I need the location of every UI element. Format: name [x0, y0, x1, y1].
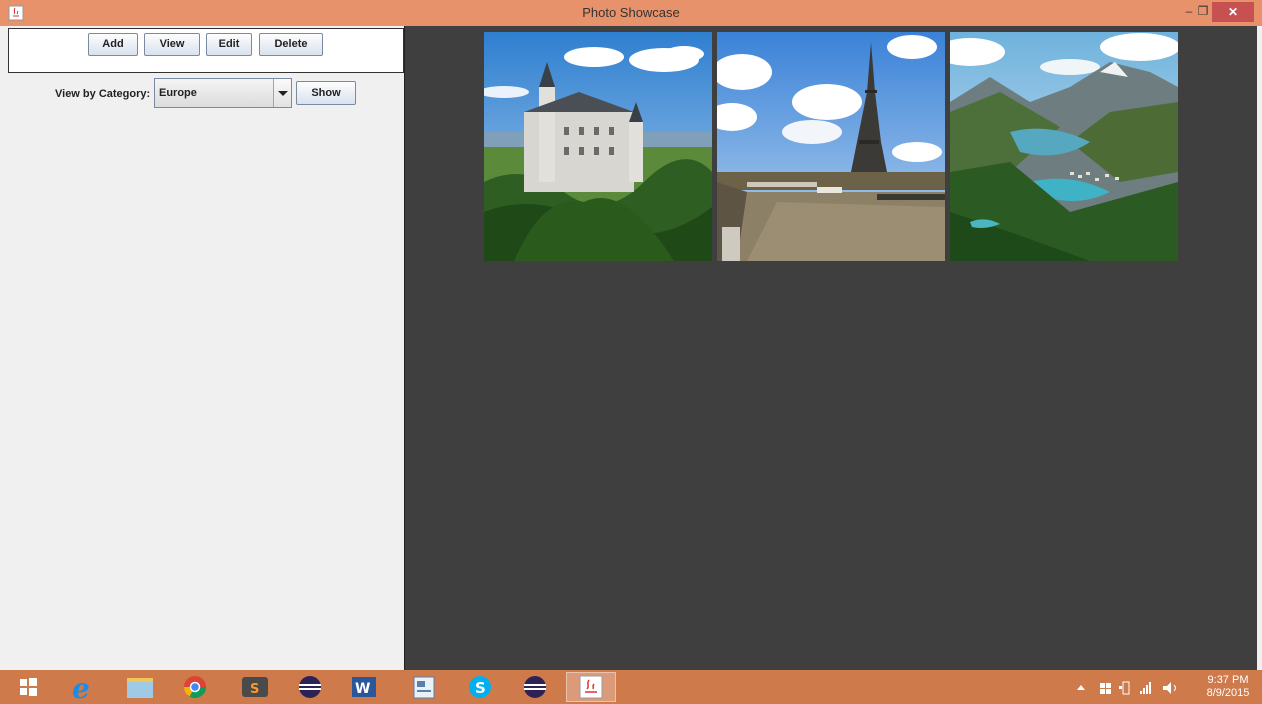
system-tray-icons[interactable] [1075, 680, 1195, 696]
document-app-icon[interactable] [400, 672, 450, 702]
photo-gallery [404, 26, 1257, 670]
svg-text:W: W [355, 681, 370, 697]
category-dropdown-value: Europe [159, 87, 197, 99]
close-button[interactable]: ✕ [1212, 2, 1254, 22]
java-icon [579, 675, 603, 699]
castle-photo[interactable] [484, 32, 712, 261]
eclipse-icon[interactable] [285, 672, 335, 702]
dropdown-arrow-button[interactable] [273, 79, 291, 107]
chevron-down-icon [278, 91, 288, 96]
windows-start-icon[interactable] [8, 672, 48, 702]
skype-icon[interactable]: S [455, 672, 505, 702]
file-explorer-icon[interactable] [115, 672, 165, 702]
taskbar-clock[interactable]: 9:37 PM 8/9/2015 [1200, 674, 1256, 700]
delete-button[interactable]: Delete [259, 33, 323, 56]
svg-text:e: e [72, 672, 90, 702]
eclipse-icon[interactable] [510, 672, 560, 702]
edit-button[interactable]: Edit [206, 33, 252, 56]
eiffel-tower-photo[interactable] [717, 32, 945, 261]
clock-time: 9:37 PM [1207, 674, 1249, 686]
castle-image [484, 32, 712, 261]
word-icon[interactable]: W [340, 672, 390, 702]
category-label: View by Category: [55, 88, 151, 100]
title-bar: Photo Showcase – ❐ ✕ [0, 0, 1262, 26]
windows-taskbar: e S W S 9:37 PM 8/9/2015 [0, 670, 1262, 704]
control-panel: Add View Edit Delete View by Category: E… [0, 26, 404, 670]
eiffel-tower-image [717, 32, 945, 261]
mountain-valley-image [950, 32, 1178, 261]
add-button[interactable]: Add [88, 33, 138, 56]
svg-text:S: S [250, 682, 259, 697]
chrome-icon[interactable] [170, 672, 220, 702]
java-app-taskbar-button[interactable] [566, 672, 616, 702]
svg-text:S: S [475, 679, 486, 697]
internet-explorer-icon[interactable]: e [60, 672, 110, 702]
mountain-valley-photo[interactable] [950, 32, 1178, 261]
window-title: Photo Showcase [582, 5, 680, 20]
category-dropdown[interactable]: Europe [154, 78, 292, 108]
show-hidden-icons-icon [1077, 685, 1085, 690]
action-toolbar: Add View Edit Delete [8, 28, 404, 73]
sublime-text-icon[interactable]: S [230, 672, 280, 702]
clock-date: 8/9/2015 [1206, 687, 1250, 699]
show-button[interactable]: Show [296, 81, 356, 105]
view-button[interactable]: View [144, 33, 200, 56]
